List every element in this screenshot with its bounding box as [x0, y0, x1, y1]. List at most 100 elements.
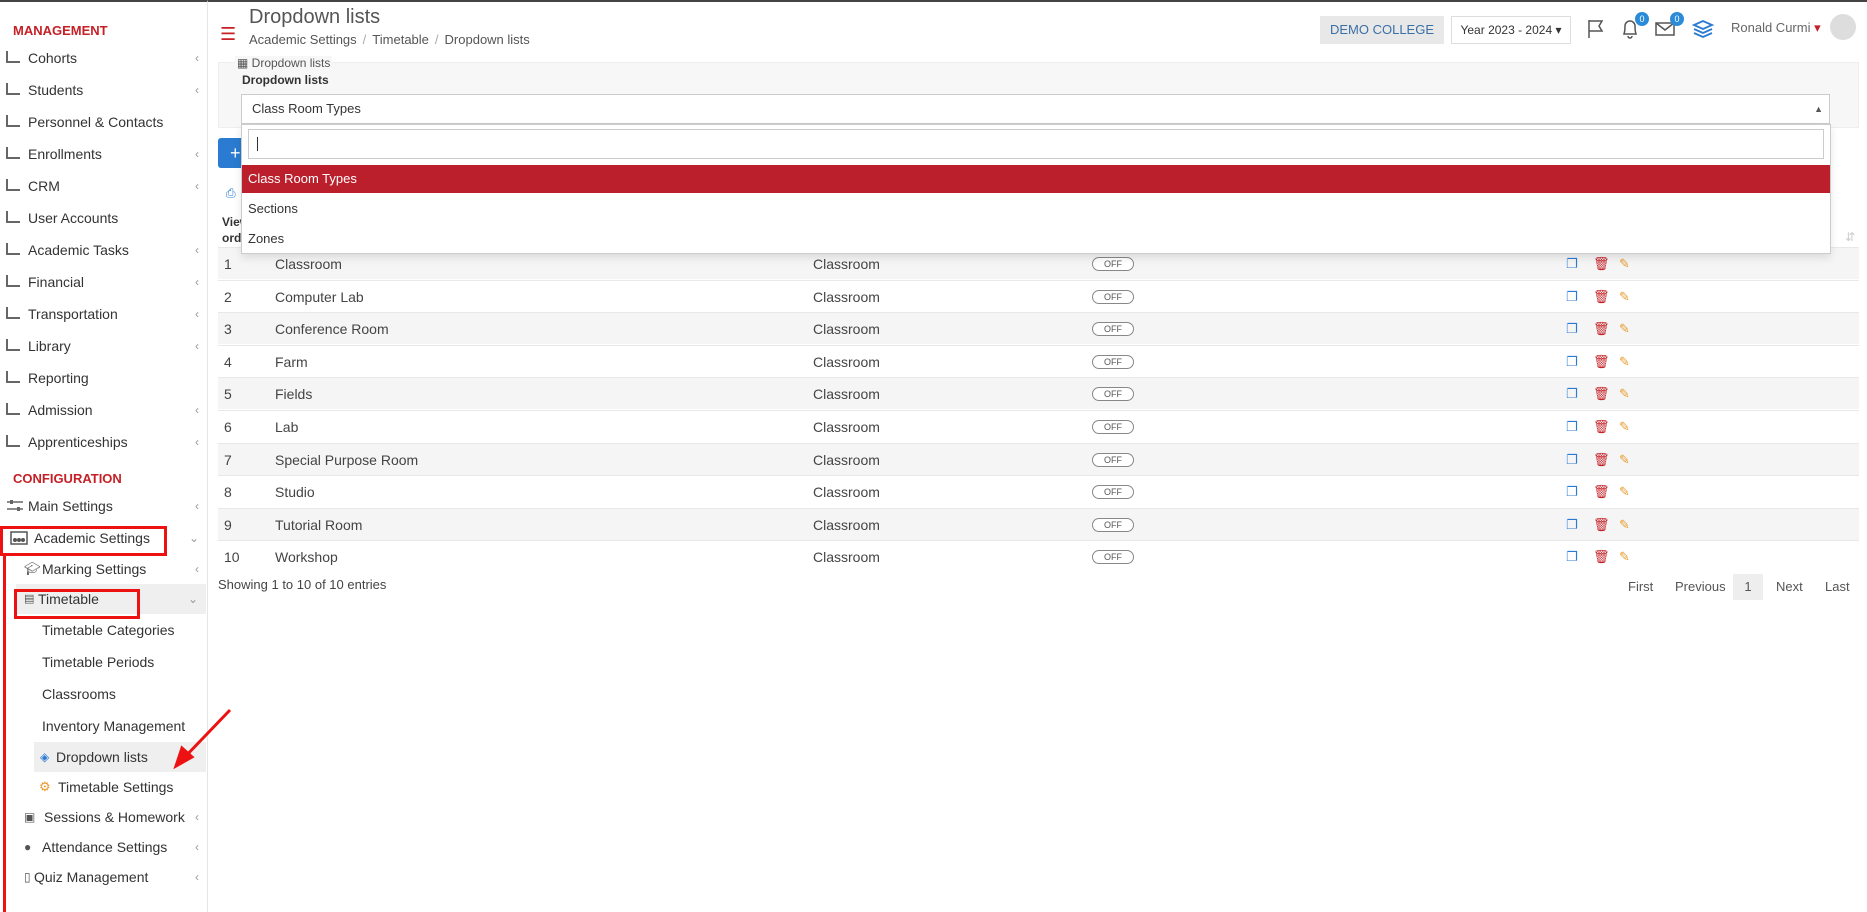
row-number: 5 [224, 386, 232, 403]
sidebar-item-attendance-settings[interactable]: ● Attendance Settings ‹ [0, 832, 207, 862]
pencil-icon[interactable]: ✎ [1619, 411, 1633, 434]
dropdown-option-class-room-types[interactable]: Class Room Types [242, 165, 1830, 193]
pencil-icon[interactable]: ✎ [1619, 281, 1633, 304]
copy-icon[interactable]: ❐ [1566, 378, 1580, 401]
layers-plus-icon[interactable] [1692, 18, 1714, 40]
trash-icon[interactable]: 🗑︎ [1593, 444, 1610, 467]
sidebar-item-financial[interactable]: Financial ‹ [0, 266, 207, 298]
trash-icon[interactable]: 🗑︎ [1593, 541, 1610, 564]
sidebar-item-timetable[interactable]: ▤ Timetable ⌄ [16, 584, 206, 614]
pencil-icon[interactable]: ✎ [1619, 509, 1633, 532]
sidebar-item-students[interactable]: Students ‹ [0, 74, 207, 106]
pagination-next[interactable]: Next [1776, 574, 1803, 600]
row-toggle[interactable]: OFF [1092, 517, 1134, 532]
row-name: Lab [275, 419, 299, 435]
sidebar-item-label: Main Settings [28, 498, 113, 514]
trash-icon[interactable]: 🗑︎ [1593, 509, 1610, 532]
pagination-current[interactable]: 1 [1733, 574, 1763, 600]
pagination-previous[interactable]: Previous [1675, 574, 1726, 600]
pencil-icon[interactable]: ✎ [1619, 346, 1633, 369]
sidebar-item-transportation[interactable]: Transportation ‹ [0, 298, 207, 330]
dropdown-option-zones[interactable]: Zones [242, 225, 1830, 253]
sidebar-item-quiz-management[interactable]: ▯ Quiz Management ‹ [0, 862, 207, 892]
students-icon [6, 83, 20, 95]
row-toggle[interactable]: OFF [1092, 452, 1134, 467]
row-name: Workshop [275, 549, 338, 566]
sidebar-item-library[interactable]: Library ‹ [0, 330, 207, 362]
sidebar-item-classrooms[interactable]: Classrooms [0, 678, 207, 710]
sidebar-item-label: Cohorts [28, 50, 78, 66]
pencil-icon[interactable]: ✎ [1619, 541, 1633, 564]
list-select[interactable]: Class Room Types ▲ [241, 94, 1830, 124]
sidebar-item-apprenticeships[interactable]: Apprenticeships ‹ [0, 426, 207, 458]
copy-icon[interactable]: ❐ [1566, 476, 1580, 499]
sidebar-item-main-settings[interactable]: Main Settings ‹ [0, 490, 207, 522]
pencil-icon[interactable]: ✎ [1619, 313, 1633, 336]
chevron-left-icon: ‹ [195, 307, 199, 321]
chevron-down-icon: ⌄ [187, 592, 198, 606]
sidebar-item-cohorts[interactable]: Cohorts ‹ [0, 42, 207, 74]
dropdown-option-sections[interactable]: Sections [242, 195, 1830, 223]
sidebar-item-timetable-periods[interactable]: Timetable Periods [0, 646, 207, 678]
trash-icon[interactable]: 🗑︎ [1593, 313, 1610, 336]
copy-icon[interactable]: ❐ [1566, 411, 1580, 434]
copy-icon[interactable]: ❐ [1566, 281, 1580, 304]
sidebar-item-user-accounts[interactable]: User Accounts [0, 202, 207, 234]
caret-down-icon: ▾ [1814, 20, 1821, 35]
flag-icon[interactable] [1585, 18, 1607, 40]
avatar[interactable] [1830, 14, 1856, 40]
highlight-sidebar-line [3, 556, 6, 912]
pagination-first[interactable]: First [1628, 574, 1653, 600]
sidebar-item-academic-tasks[interactable]: Academic Tasks ‹ [0, 234, 207, 266]
trash-icon[interactable]: 🗑︎ [1593, 411, 1610, 434]
row-toggle[interactable]: OFF [1092, 322, 1134, 337]
sidebar-item-admission[interactable]: Admission ‹ [0, 394, 207, 426]
year-selector[interactable]: Year 2023 - 2024 ▾ [1451, 16, 1571, 44]
trash-icon[interactable]: 🗑︎ [1593, 346, 1610, 369]
row-number: 10 [224, 549, 240, 566]
college-button[interactable]: DEMO COLLEGE [1320, 16, 1444, 44]
sidebar-item-sessions-homework[interactable]: ▣ Sessions & Homework ‹ [0, 802, 207, 832]
sidebar-item-reporting[interactable]: Reporting [0, 362, 207, 394]
row-toggle[interactable]: OFF [1092, 387, 1134, 402]
copy-icon[interactable]: ❐ [1566, 444, 1580, 467]
sidebar-item-personnel-contacts[interactable]: Personnel & Contacts [0, 106, 207, 138]
sidebar-item-timetable-settings[interactable]: ⚙ Timetable Settings [0, 772, 207, 802]
user-menu[interactable]: Ronald Curmi ▾ [1731, 20, 1821, 36]
row-name: Special Purpose Room [275, 451, 419, 468]
pencil-icon[interactable]: ✎ [1619, 444, 1633, 467]
sidebar-item-dropdown-lists[interactable]: ◈ Dropdown lists [34, 742, 206, 772]
row-toggle[interactable]: OFF [1092, 485, 1134, 500]
pencil-icon[interactable]: ✎ [1619, 378, 1633, 401]
hamburger-menu-icon[interactable]: ☰ [220, 24, 236, 45]
pencil-icon[interactable]: ✎ [1619, 476, 1633, 499]
sidebar-item-academic-settings[interactable]: Academic Settings ⌄ [0, 522, 207, 554]
row-number: 8 [224, 484, 232, 501]
trash-icon[interactable]: 🗑︎ [1593, 281, 1610, 304]
sidebar-item-inventory-management[interactable]: Inventory Management [0, 710, 207, 742]
breadcrumb-timetable[interactable]: Timetable [372, 32, 429, 47]
row-toggle[interactable]: OFF [1092, 257, 1134, 271]
trash-icon[interactable]: 🗑︎ [1593, 378, 1610, 401]
sidebar-item-enrollments[interactable]: Enrollments ‹ [0, 138, 207, 170]
dropdown-search-input[interactable] [248, 129, 1824, 159]
sidebar-item-timetable-categories[interactable]: Timetable Categories [0, 614, 207, 646]
copy-icon[interactable]: ❐ [1566, 346, 1580, 369]
messages-button[interactable]: 0 [1654, 12, 1684, 40]
trash-icon[interactable]: 🗑︎ [1593, 476, 1610, 499]
notifications-button[interactable]: 0 [1619, 12, 1649, 40]
copy-icon[interactable]: ❐ [1566, 541, 1580, 564]
row-toggle[interactable]: OFF [1092, 354, 1134, 369]
row-toggle[interactable]: OFF [1092, 420, 1134, 434]
sidebar-item-marking-settings[interactable]: 🎓︎ Marking Settings ‹ [0, 554, 207, 584]
sort-icon[interactable]: ⇵ [1845, 230, 1855, 244]
print-icon[interactable]: ⎙ [226, 186, 236, 201]
copy-icon[interactable]: ❐ [1566, 313, 1580, 336]
row-toggle[interactable]: OFF [1092, 550, 1134, 565]
sidebar-item-crm[interactable]: CRM ‹ [0, 170, 207, 202]
pagination-last[interactable]: Last [1825, 574, 1850, 600]
row-toggle[interactable]: OFF [1092, 289, 1134, 304]
copy-icon[interactable]: ❐ [1566, 509, 1580, 532]
breadcrumb-academic-settings[interactable]: Academic Settings [249, 32, 357, 47]
panel-legend-text: Dropdown lists [251, 56, 331, 70]
